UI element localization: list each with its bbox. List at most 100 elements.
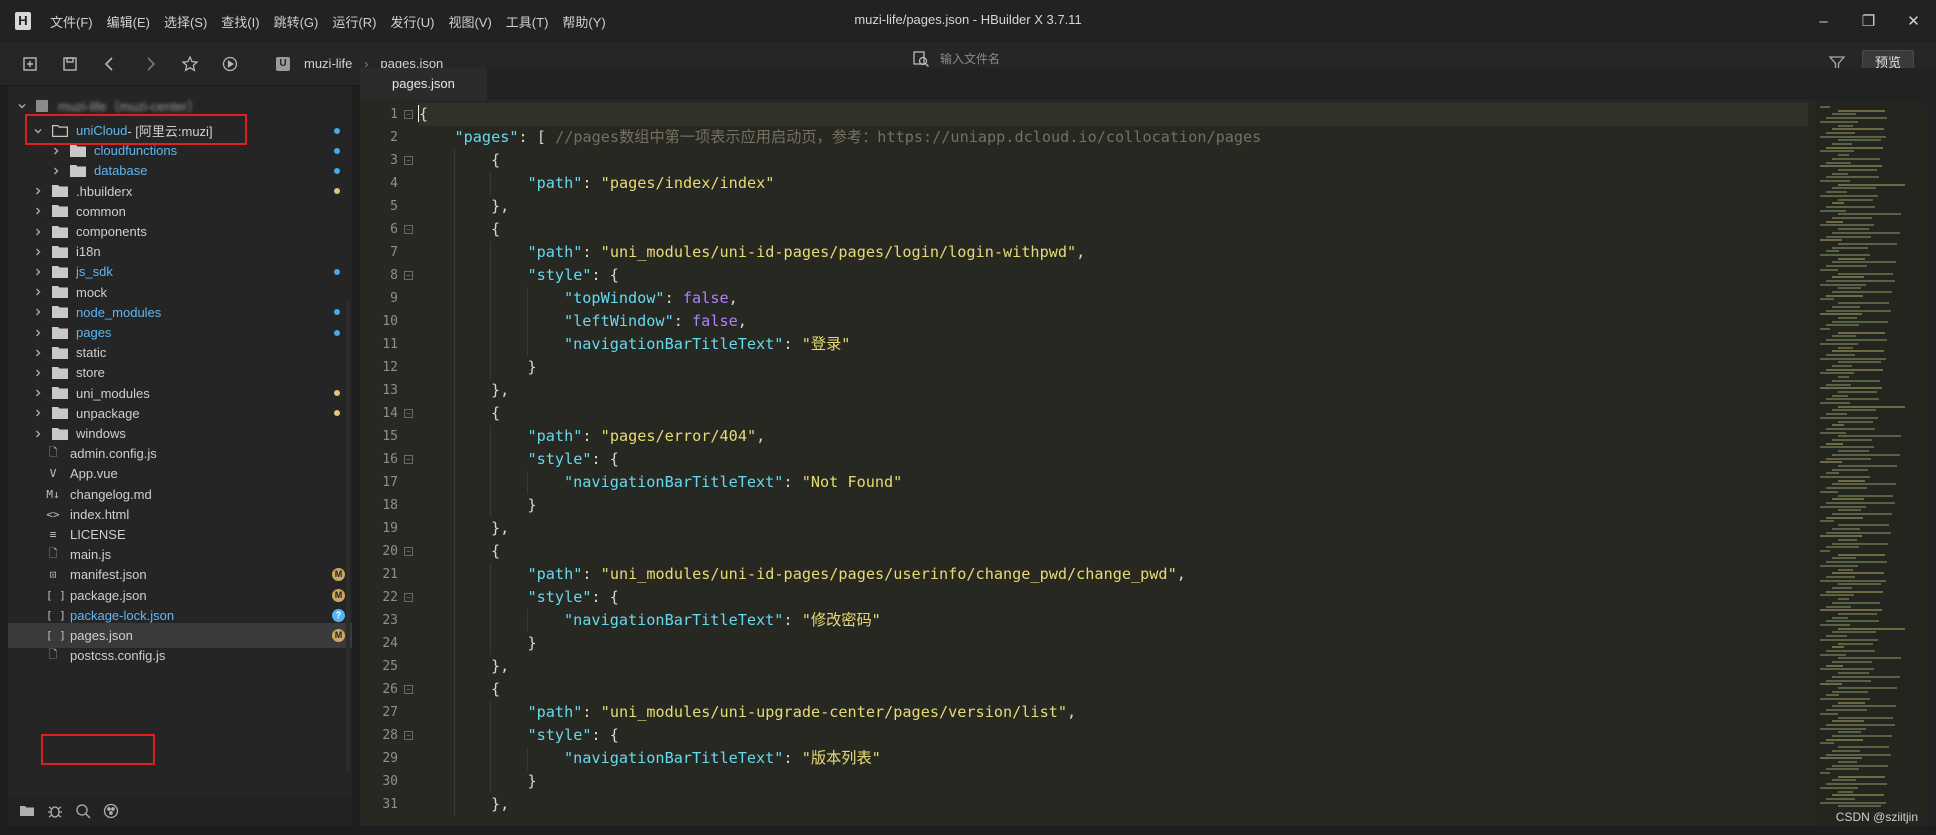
code-line[interactable]: "path": "pages/index/index" [418,172,774,195]
code-line[interactable]: }, [418,517,509,540]
chevron-right-icon[interactable] [32,347,44,359]
code-line[interactable]: }, [418,195,509,218]
code-line[interactable]: } [418,356,537,379]
code-line[interactable]: { [418,103,1808,126]
code-line[interactable]: "navigationBarTitleText": "Not Found" [418,471,902,494]
code-line[interactable]: { [418,540,500,563]
code-line[interactable]: } [418,770,537,793]
fold-toggle-icon[interactable]: − [404,271,413,280]
minimap-line [1832,675,1900,678]
fold-toggle-icon[interactable]: − [404,110,413,119]
new-file-icon[interactable] [14,48,46,80]
code-line[interactable]: "path": "pages/error/404", [418,425,765,448]
menu-item[interactable]: 选择(S) [157,12,214,31]
chevron-right-icon[interactable] [50,165,62,177]
close-icon[interactable]: ✕ [1891,0,1936,42]
chevron-right-icon[interactable] [32,387,44,399]
menu-item[interactable]: 工具(T) [499,12,556,31]
minimap[interactable] [1816,100,1926,826]
chevron-right-icon[interactable] [32,205,44,217]
menu-item[interactable]: 运行(R) [325,12,383,31]
menu-item[interactable]: 查找(I) [214,12,266,31]
code-line[interactable]: "topWindow": false, [418,287,738,310]
chevron-right-icon[interactable] [50,145,62,157]
fold-toggle-icon[interactable]: − [404,409,413,418]
code-line[interactable]: }, [418,793,509,816]
code-line[interactable]: }, [418,379,509,402]
sidebar-scrollbar[interactable] [346,300,350,770]
chevron-right-icon[interactable] [32,185,44,197]
tree-item-label: uni_modules [76,385,150,401]
code-line[interactable]: { [418,402,500,425]
code-line[interactable]: "pages": [ //pages数组中第一项表示应用启动页，参考：https… [418,126,1262,149]
plugin-icon[interactable] [102,802,120,820]
fold-toggle-icon[interactable]: − [404,547,413,556]
fold-toggle-icon[interactable]: − [404,156,413,165]
chevron-right-icon[interactable] [32,428,44,440]
menu-item[interactable]: 视图(V) [441,12,498,31]
code-line[interactable]: "style": { [418,448,619,471]
file-search-input[interactable] [940,52,1440,66]
search-replace-icon[interactable] [74,802,92,820]
fold-toggle-icon[interactable]: − [404,685,413,694]
minimize-icon[interactable]: – [1801,0,1846,42]
code-line[interactable]: "path": "uni_modules/uni-upgrade-center/… [418,701,1076,724]
code-line[interactable]: "style": { [418,586,619,609]
chevron-right-icon[interactable] [32,367,44,379]
fold-toggle-icon[interactable]: − [404,455,413,464]
folder-icon [52,386,68,400]
minimap-line [1832,483,1896,486]
breadcrumb-project[interactable]: muzi-life [304,56,352,71]
chevron-right-icon[interactable] [32,286,44,298]
chevron-right-icon[interactable] [32,246,44,258]
star-icon[interactable] [174,48,206,80]
chevron-right-icon[interactable] [32,306,44,318]
tree-item-label: mock [76,284,108,300]
code-line[interactable]: "style": { [418,264,619,287]
minimap-line [1826,294,1863,297]
tab-pages-json[interactable]: pages.json [360,68,487,100]
code-line[interactable]: }, [418,655,509,678]
minimap-line [1820,357,1886,360]
forward-icon[interactable] [134,48,166,80]
code-editor[interactable]: 1 2 3 4 5 6 7 8 9 10 11 12 13 14 15 16 17 18 19 20 21 22 23 24 2… [360,100,1816,826]
editor-scrollbar[interactable] [1926,100,1936,826]
chevron-right-icon[interactable] [32,407,44,419]
code-line[interactable]: "navigationBarTitleText": "登录" [418,333,850,356]
code-line[interactable]: "navigationBarTitleText": "修改密码" [418,609,881,632]
code-line[interactable]: { [418,678,500,701]
chevron-right-icon[interactable] [32,266,44,278]
code-line[interactable]: "leftWindow": false, [418,310,747,333]
minimap-line [1832,172,1848,175]
save-icon[interactable] [54,48,86,80]
minimap-line [1820,550,1830,552]
code-line[interactable]: { [418,218,500,241]
chevron-right-icon[interactable] [32,226,44,238]
back-icon[interactable] [94,48,126,80]
explorer-icon[interactable] [18,802,36,820]
code-line[interactable]: } [418,494,537,517]
run-icon[interactable] [214,48,246,80]
tree-file[interactable]: 🗋 postcss.config.js [8,643,352,668]
debug-icon[interactable] [46,802,64,820]
fold-toggle-icon[interactable]: − [404,731,413,740]
fold-toggle-icon[interactable]: − [404,593,413,602]
minimap-line [1826,516,1863,519]
chevron-right-icon[interactable] [32,327,44,339]
restore-icon[interactable]: ❐ [1846,0,1891,42]
menu-item[interactable]: 发行(U) [383,12,441,31]
code-line[interactable]: { [418,149,500,172]
menu-item[interactable]: 跳转(G) [267,12,326,31]
code-line[interactable]: "style": { [418,724,619,747]
menu-item[interactable]: 编辑(E) [100,12,157,31]
code-line[interactable]: } [418,632,537,655]
minimap-line [1838,524,1889,527]
code-line[interactable]: "navigationBarTitleText": "版本列表" [418,747,881,770]
fold-toggle-icon[interactable]: − [404,225,413,234]
minimap-line [1838,672,1869,675]
minimap-line [1838,302,1889,305]
menu-item[interactable]: 文件(F) [43,12,100,31]
menu-item[interactable]: 帮助(Y) [555,12,612,31]
code-line[interactable]: "path": "uni_modules/uni-id-pages/pages/… [418,241,1085,264]
code-line[interactable]: "path": "uni_modules/uni-id-pages/pages/… [418,563,1186,586]
